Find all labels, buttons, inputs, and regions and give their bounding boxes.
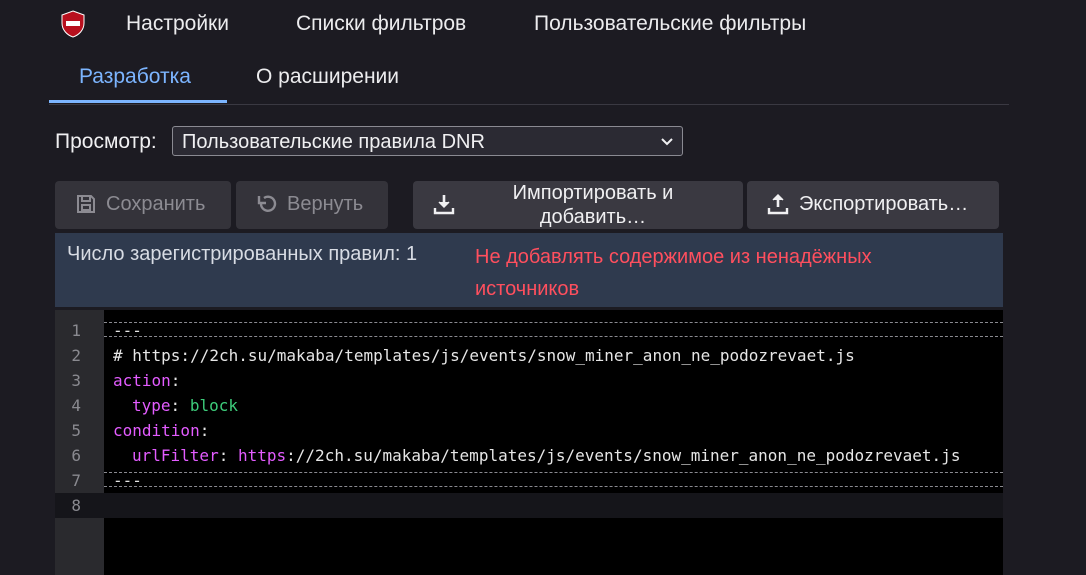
editor-line-current: 8 [55, 493, 1003, 518]
subtab-about[interactable]: О расширении [256, 65, 399, 89]
revert-button-label: Вернуть [287, 193, 364, 215]
editor-line: 6 urlFilter: https://2ch.su/makaba/templ… [55, 443, 1003, 468]
import-add-button[interactable]: Импортировать и добавить… [413, 181, 743, 229]
export-upload-icon [767, 193, 789, 215]
save-disk-icon [77, 195, 95, 213]
line-number: 4 [71, 396, 81, 415]
editor-line: 1 --- [55, 318, 1003, 343]
editor-line: 3 action: [55, 368, 1003, 393]
editor-line: 7 --- [55, 468, 1003, 493]
import-add-button-label: Импортировать и добавить… [512, 182, 674, 228]
code-editor[interactable]: 1 --- 2 # https://2ch.su/makaba/template… [55, 310, 1003, 575]
rule-count-text: Число зарегистрированных правил: 1 [67, 243, 418, 265]
shield-logo-icon [61, 10, 85, 38]
chevron-down-icon [661, 138, 673, 146]
revert-button[interactable]: Вернуть [236, 181, 388, 229]
line-code: condition: [113, 421, 210, 440]
line-number: 8 [71, 496, 81, 515]
save-button-label: Сохранить [106, 193, 206, 215]
editor-line: 2 # https://2ch.su/makaba/templates/js/e… [55, 343, 1003, 368]
editor-line: 5 condition: [55, 418, 1003, 443]
tab-settings[interactable]: Настройки [126, 12, 229, 36]
tab-filter-lists[interactable]: Списки фильтров [296, 12, 466, 36]
line-code-comment: # https://2ch.su/makaba/templates/js/eve… [113, 346, 855, 365]
undo-icon [257, 195, 277, 212]
line-code: action: [113, 371, 181, 390]
line-code: --- [113, 321, 142, 340]
line-number: 3 [71, 371, 81, 390]
separator-dash [104, 322, 1003, 323]
untrusted-warning-text: Не добавлять содержимое из ненадёжных ис… [475, 246, 872, 300]
view-select[interactable]: Пользовательские правила DNR [172, 126, 683, 156]
subtab-development[interactable]: Разработка [79, 65, 191, 89]
line-number: 5 [71, 421, 81, 440]
line-code: type: block [132, 396, 238, 415]
view-select-value: Пользовательские правила DNR [182, 131, 485, 153]
top-navigation: Настройки Списки фильтров Пользовательск… [0, 0, 1086, 48]
import-download-icon [433, 195, 455, 215]
view-label: Просмотр: [55, 130, 157, 153]
subtabs-bar: Разработка О расширении [49, 52, 1009, 105]
line-code: --- [113, 471, 142, 490]
active-tab-underline [49, 100, 227, 103]
line-number: 6 [71, 446, 81, 465]
line-number: 2 [71, 346, 81, 365]
export-button[interactable]: Экспортировать… [747, 181, 999, 229]
editor-line: 4 type: block [55, 393, 1003, 418]
separator-dash [104, 472, 1003, 473]
line-code: urlFilter: https://2ch.su/makaba/templat… [132, 446, 961, 465]
separator-dash [104, 336, 1003, 337]
separator-dash [104, 486, 1003, 487]
info-bar: Число зарегистрированных правил: 1 Не до… [55, 233, 1003, 307]
line-number: 1 [71, 321, 81, 340]
save-button[interactable]: Сохранить [55, 181, 231, 229]
tab-custom-filters[interactable]: Пользовательские фильтры [534, 12, 806, 36]
export-button-label: Экспортировать… [799, 193, 969, 215]
line-number: 7 [71, 471, 81, 490]
